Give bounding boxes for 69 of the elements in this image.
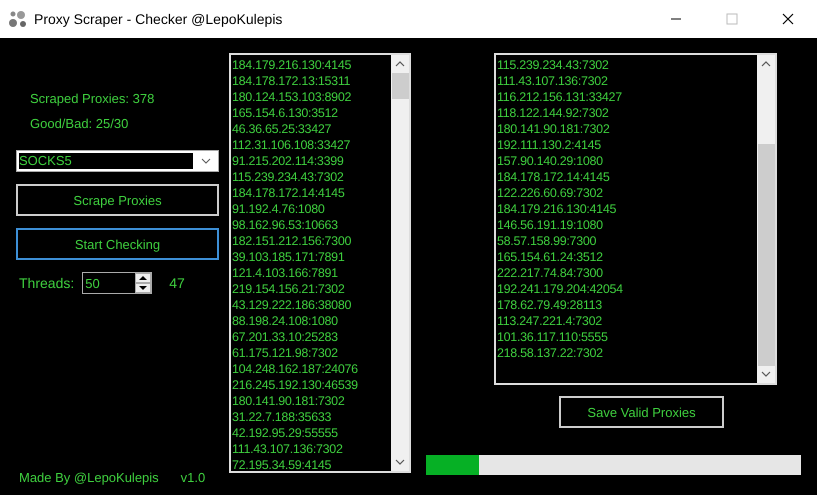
- app-icon: [8, 9, 28, 29]
- proxy-item: 39.103.185.171:7891: [232, 249, 346, 265]
- proxy-item: 112.31.106.108:33427: [232, 137, 352, 153]
- save-button[interactable]: Save Valid Proxies: [559, 396, 724, 428]
- proxy-item: 165.154.6.130:3512: [232, 105, 339, 121]
- proxy-item: 113.247.221.4:7302: [497, 313, 603, 329]
- proxy-item: 157.90.140.29:1080: [497, 153, 604, 169]
- credit-label: Made By @LepoKulepis: [19, 470, 159, 485]
- proxy-item: 180.141.90.181:7302: [497, 121, 610, 137]
- proxy-item: 122.226.60.69:7302: [497, 185, 604, 201]
- scroll-up-icon[interactable]: [395, 61, 405, 67]
- close-icon[interactable]: [782, 13, 794, 25]
- proxy-item: 61.175.121.98:7302: [232, 345, 339, 361]
- proxy-item: 218.58.137.22:7302: [497, 345, 604, 361]
- proxy-item: 192.241.179.204:42054: [497, 281, 624, 297]
- proxy-type-dropdown[interactable]: SOCKS5: [16, 150, 219, 172]
- proxy-item: 88.198.24.108:1080: [232, 313, 339, 329]
- threads-count: 47: [169, 275, 185, 291]
- proxy-item: 91.215.202.114:3399: [232, 153, 345, 169]
- proxy-item: 165.154.61.24:3512: [497, 249, 604, 265]
- proxy-item: 222.217.74.84:7300: [497, 265, 604, 281]
- proxy-item: 91.192.4.76:1080: [232, 201, 326, 217]
- proxy-item: 184.179.216.130:4145: [232, 57, 352, 73]
- threads-label: Threads:: [19, 275, 74, 291]
- action-button[interactable]: Start Checking: [16, 228, 219, 260]
- proxy-item: 111.43.107.136:7302: [232, 441, 344, 457]
- stat-label: Scraped Proxies: 378: [30, 91, 156, 106]
- proxy-item: 104.248.162.187:24076: [232, 361, 359, 377]
- proxy-item: 116.212.156.131:33427: [497, 89, 623, 105]
- proxy-item: 180.141.90.181:7302: [232, 393, 346, 409]
- proxy-item: 146.56.191.19:1080: [497, 217, 604, 233]
- proxy-item: 58.57.158.99:7300: [497, 233, 598, 249]
- proxy-item: 98.162.96.53:10663: [232, 217, 339, 233]
- window-title: Proxy Scraper - Checker @LepoKulepis: [34, 11, 282, 27]
- proxy-item: 184.178.172.13:15311: [232, 73, 352, 89]
- proxy-item: 216.245.192.130:46539: [232, 377, 359, 393]
- proxy-item: 184.178.172.14:4145: [497, 169, 610, 185]
- version-label: v1.0: [180, 470, 206, 485]
- proxy-item: 182.151.212.156:7300: [232, 233, 352, 249]
- proxy-item: 118.122.144.92:7302: [497, 105, 610, 121]
- spin-arrows-icon[interactable]: [135, 273, 152, 293]
- scraped-proxy-list[interactable]: [229, 53, 411, 473]
- threads-spinner[interactable]: 50: [82, 272, 152, 294]
- valid-proxy-list[interactable]: [494, 53, 777, 385]
- chevron-down-icon: [201, 158, 211, 164]
- scrollbar-thumb[interactable]: [392, 73, 408, 99]
- scroll-up-icon[interactable]: [761, 61, 771, 67]
- action-button[interactable]: Scrape Proxies: [16, 184, 219, 216]
- proxy-item: 72.195.34.59:4145: [232, 457, 332, 471]
- proxy-item: 101.36.117.110:5555: [497, 329, 609, 345]
- proxy-item: 219.154.156.21:7302: [232, 281, 346, 297]
- proxy-item: 180.124.153.103:8902: [232, 89, 352, 105]
- proxy-item: 178.62.79.49:28113: [497, 297, 603, 313]
- scrollbar-thumb[interactable]: [758, 144, 774, 366]
- proxy-item: 31.22.7.188:35633: [232, 409, 332, 425]
- proxy-item: 42.192.95.29:55555: [232, 425, 339, 441]
- proxy-item: 111.43.107.136:7302: [497, 73, 609, 89]
- proxy-item: 184.179.216.130:4145: [497, 201, 618, 217]
- proxy-item: 115.239.234.43:7302: [232, 169, 345, 185]
- proxy-item: 115.239.234.43:7302: [497, 57, 610, 73]
- scroll-down-icon[interactable]: [761, 371, 771, 377]
- proxy-item: 43.129.222.186:38080: [232, 297, 352, 313]
- scroll-down-icon[interactable]: [395, 459, 405, 465]
- proxy-item: 46.36.65.25:33427: [232, 121, 332, 137]
- proxy-item: 192.111.130.2:4145: [497, 137, 602, 153]
- stat-label: Good/Bad: 25/30: [30, 116, 130, 131]
- proxy-item: 67.201.33.10:25283: [232, 329, 339, 345]
- proxy-item: 121.4.103.166:7891: [232, 265, 339, 281]
- proxy-item: 184.178.172.14:4145: [232, 185, 346, 201]
